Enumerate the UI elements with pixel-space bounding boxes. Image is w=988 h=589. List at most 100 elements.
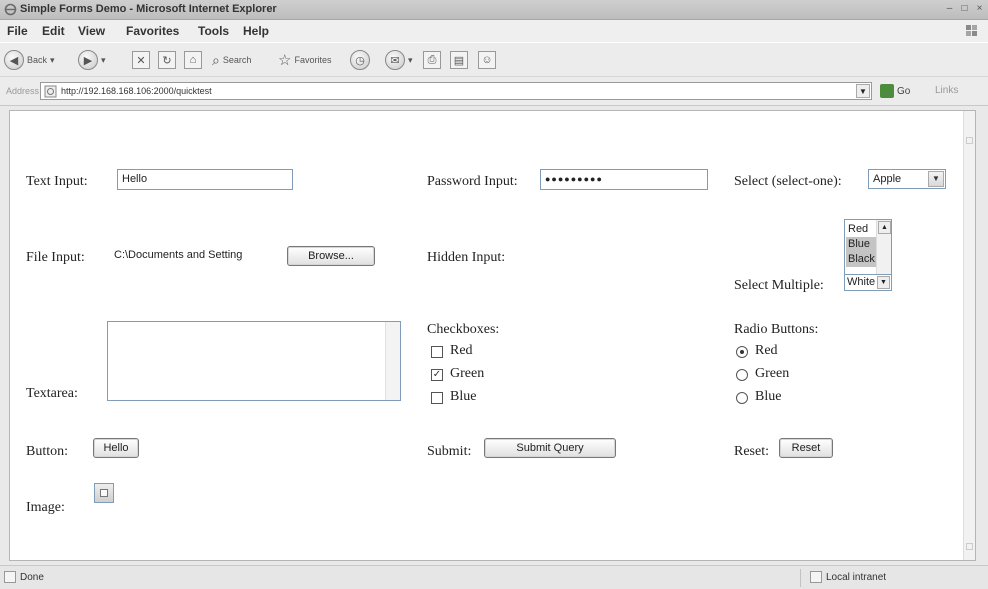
- go-label: Go: [897, 85, 911, 97]
- image-label: Image:: [26, 500, 65, 515]
- checkbox-red-label: Red: [450, 343, 473, 358]
- maximize-button[interactable]: □: [958, 2, 971, 16]
- favorites-label: Favorites: [294, 55, 332, 65]
- favorites-button[interactable]: ☆ Favorites: [278, 49, 331, 71]
- star-icon: ☆: [278, 52, 292, 69]
- radio-blue[interactable]: [736, 392, 748, 404]
- file-input-label: File Input:: [26, 250, 85, 265]
- refresh-icon: ↻: [158, 51, 176, 69]
- radio-green[interactable]: [736, 369, 748, 381]
- reset-button[interactable]: Reset: [779, 438, 833, 458]
- home-button[interactable]: ⌂: [184, 49, 202, 71]
- intranet-zone-icon: [810, 571, 822, 583]
- select-multiple-option[interactable]: Blue: [846, 237, 876, 252]
- chevron-up-icon[interactable]: ▲: [878, 221, 891, 234]
- checkbox-red[interactable]: [431, 346, 443, 358]
- search-button[interactable]: ⌕ Search: [212, 49, 251, 71]
- textarea-input[interactable]: [107, 321, 401, 401]
- forward-button[interactable]: ▶ ▾: [78, 49, 106, 71]
- checkbox-green-label: Green: [450, 366, 485, 381]
- address-label: Address: [6, 86, 40, 96]
- select-multiple-option[interactable]: Red: [846, 222, 876, 237]
- mail-button[interactable]: ✉ ▾: [385, 49, 413, 71]
- submit-label: Submit:: [427, 444, 472, 459]
- stop-icon: ✕: [132, 51, 150, 69]
- select-multiple-option[interactable]: Black: [846, 252, 876, 267]
- select-multiple-option-row[interactable]: White ▼: [845, 274, 891, 290]
- status-text: Done: [20, 572, 44, 583]
- history-button[interactable]: ◷: [350, 49, 370, 71]
- mail-icon: ✉: [385, 50, 405, 70]
- chevron-down-icon: ▾: [101, 54, 106, 65]
- image-input-button[interactable]: [94, 483, 114, 503]
- search-label: Search: [222, 55, 252, 65]
- address-input[interactable]: http://192.168.168.106:2000/quicktest ▼: [40, 82, 872, 100]
- printer-icon: ⎙: [423, 51, 441, 69]
- edit-page-icon: ▤: [450, 51, 468, 69]
- go-button[interactable]: Go: [880, 84, 910, 98]
- title-bar: Simple Forms Demo - Microsoft Internet E…: [0, 0, 988, 20]
- refresh-button[interactable]: ↻: [158, 49, 176, 71]
- submit-button[interactable]: Submit Query: [484, 438, 616, 458]
- back-arrow-icon: ◀: [4, 50, 24, 70]
- vertical-scrollbar[interactable]: [963, 111, 975, 560]
- minimize-button[interactable]: –: [943, 2, 956, 16]
- back-label: Back: [27, 55, 48, 65]
- hello-button[interactable]: Hello: [93, 438, 139, 458]
- menu-file[interactable]: File: [7, 24, 28, 38]
- select-one-value: Apple: [873, 173, 902, 185]
- close-button[interactable]: ×: [973, 2, 986, 16]
- select-multiple-option: White: [847, 276, 876, 288]
- page-status-icon: [4, 571, 16, 583]
- chevron-down-icon: ▾: [50, 54, 55, 65]
- forward-arrow-icon: ▶: [78, 50, 98, 70]
- menu-tools[interactable]: Tools: [198, 24, 229, 38]
- ie-logo-icon: [4, 3, 17, 16]
- edit-button[interactable]: ▤: [450, 49, 468, 71]
- select-multiple-list[interactable]: Red Blue Black ▲ White ▼: [844, 219, 892, 291]
- home-icon: ⌂: [184, 51, 202, 69]
- page-viewport: Text Input: Hello Password Input: ●●●●●●…: [9, 110, 976, 561]
- textarea-scrollbar[interactable]: [385, 322, 400, 400]
- textarea-label: Textarea:: [26, 386, 78, 401]
- menu-view[interactable]: View: [78, 24, 105, 38]
- window-title: Simple Forms Demo - Microsoft Internet E…: [20, 3, 277, 15]
- links-button[interactable]: Links: [935, 85, 958, 96]
- page-icon: [44, 85, 57, 98]
- text-input[interactable]: Hello: [117, 169, 293, 190]
- go-arrow-icon: [880, 84, 894, 98]
- checkbox-blue[interactable]: [431, 392, 443, 404]
- messenger-icon: ☺: [478, 51, 496, 69]
- status-bar: Done Local intranet: [0, 565, 988, 589]
- text-input-label: Text Input:: [26, 174, 88, 189]
- chevron-down-icon[interactable]: ▼: [877, 276, 890, 289]
- window-controls: – □ ×: [943, 2, 986, 16]
- address-bar: Address http://192.168.168.106:2000/quic…: [0, 76, 988, 106]
- radio-buttons-label: Radio Buttons:: [734, 322, 819, 337]
- list-scrollbar[interactable]: ▲: [876, 220, 891, 274]
- browse-button[interactable]: Browse...: [287, 246, 375, 266]
- menu-favorites[interactable]: Favorites: [126, 24, 179, 38]
- menu-edit[interactable]: Edit: [42, 24, 65, 38]
- radio-red-label: Red: [755, 343, 778, 358]
- stop-button[interactable]: ✕: [132, 49, 150, 71]
- menu-help[interactable]: Help: [243, 24, 269, 38]
- security-zone-text: Local intranet: [826, 572, 887, 583]
- checkbox-green[interactable]: ✓: [431, 369, 443, 381]
- chevron-down-icon[interactable]: ▼: [928, 171, 944, 187]
- select-one-label: Select (select-one):: [734, 174, 842, 189]
- menu-bar: File Edit View Favorites Tools Help: [0, 20, 988, 42]
- file-input-path[interactable]: C:\Documents and Setting: [111, 245, 287, 266]
- messenger-button[interactable]: ☺: [478, 49, 496, 71]
- chevron-down-icon: ▾: [408, 54, 413, 65]
- select-one-dropdown[interactable]: Apple ▼: [868, 169, 946, 189]
- chevron-down-icon[interactable]: ▼: [856, 84, 870, 98]
- address-url: http://192.168.168.106:2000/quicktest: [61, 86, 212, 96]
- back-button[interactable]: ◀ Back ▾: [4, 49, 55, 71]
- select-multiple-label: Select Multiple:: [734, 278, 824, 293]
- radio-red[interactable]: [736, 346, 748, 358]
- password-input[interactable]: ●●●●●●●●●: [540, 169, 708, 190]
- print-button[interactable]: ⎙: [423, 49, 441, 71]
- toolbar: ◀ Back ▾ ▶ ▾ ✕ ↻ ⌂ ⌕ Search ☆ Favorites …: [0, 42, 988, 76]
- scroll-down-arrow: [966, 543, 973, 550]
